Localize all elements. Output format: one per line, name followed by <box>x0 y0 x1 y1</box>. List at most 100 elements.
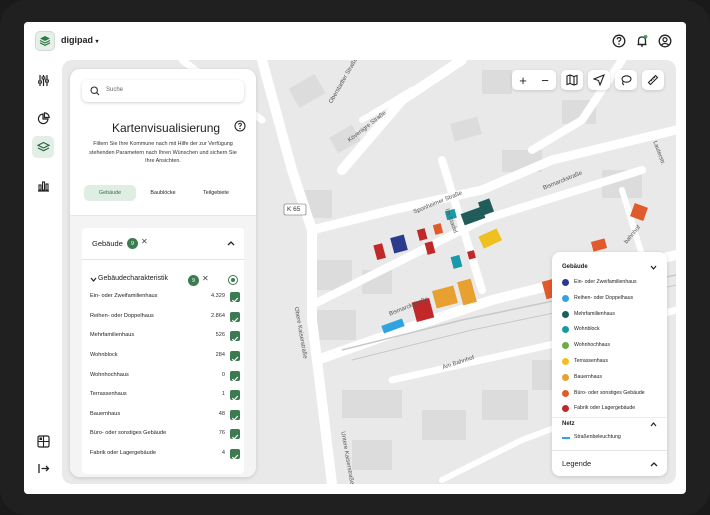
legend-item: Ein- oder Zweifamilienhaus <box>562 278 662 288</box>
row-checkbox[interactable] <box>230 331 240 342</box>
row-count: 4.329 <box>211 293 225 299</box>
logout-icon[interactable] <box>32 457 54 479</box>
row-checkbox[interactable] <box>230 371 240 382</box>
left-navigation-rail <box>24 60 62 494</box>
app-logo[interactable] <box>35 31 55 51</box>
zoom-in-icon[interactable]: + <box>512 73 534 88</box>
legend-swatch <box>562 374 569 381</box>
tab-baubloecke[interactable]: Baublöcke <box>138 185 188 201</box>
filter-row[interactable]: Fabrik oder Lagergebäude 4 <box>90 448 242 460</box>
row-checkbox[interactable] <box>230 390 240 401</box>
search-input[interactable]: Suche <box>106 87 123 93</box>
panel-title: Kartenvisualisierung <box>112 121 221 135</box>
section-title: Gebäude <box>92 239 123 248</box>
road-label-k65: K 65 <box>287 206 301 213</box>
row-checkbox[interactable] <box>230 449 240 460</box>
panel-description: Filtern Sie Ihre Kommune nach mit Hilfe … <box>89 141 237 165</box>
filter-row[interactable]: Wohnblock 284 <box>90 350 242 362</box>
tab-gebaeude[interactable]: Gebäude <box>84 185 136 201</box>
filter-row[interactable]: Mehrfamilienhaus 526 <box>90 330 242 342</box>
row-checkbox[interactable] <box>230 429 240 440</box>
legend-swatch <box>562 390 569 397</box>
notification-bell-icon[interactable] <box>634 33 649 48</box>
filter-row[interactable]: Bauernhaus 48 <box>90 409 242 421</box>
tab-teilgebiete[interactable]: Teilgebiete <box>190 185 242 201</box>
bar-chart-icon[interactable] <box>32 174 54 196</box>
chevron-up-icon[interactable] <box>227 240 235 246</box>
subgroup-radio[interactable] <box>228 275 238 285</box>
screen: digipad ▾ K 65 Oberstadter Straße Köveni… <box>24 22 686 494</box>
filter-row[interactable]: Ein- oder Zweifamilienhaus 4.329 <box>90 291 242 303</box>
filter-row[interactable]: Büro- oder sonstiges Gebäude 76 <box>90 428 242 440</box>
legend-item: Mehrfamilienhaus <box>562 310 662 320</box>
app-switcher[interactable]: digipad ▾ <box>61 35 99 45</box>
legend-swatch <box>562 405 569 412</box>
zoom-controls: + − <box>512 70 556 90</box>
row-checkbox[interactable] <box>230 351 240 362</box>
chevron-up-icon[interactable] <box>650 461 658 467</box>
layers-icon[interactable] <box>32 136 54 158</box>
chevron-down-icon[interactable] <box>650 265 657 270</box>
legend-group-network: Netz <box>562 421 575 427</box>
row-checkbox[interactable] <box>230 312 240 323</box>
legend-item: Fabrik oder Lagergebäude <box>562 404 662 414</box>
legend-footer[interactable]: Legende <box>552 450 667 476</box>
legend-label: Mehrfamilienhaus <box>574 311 615 317</box>
row-label: Wohnblock <box>90 352 118 358</box>
row-checkbox[interactable] <box>230 410 240 421</box>
legend-group-buildings: Gebäude <box>562 264 588 270</box>
tab-bar: Gebäude Baublöcke Teilgebiete <box>84 185 244 201</box>
pie-chart-icon[interactable] <box>32 107 54 129</box>
lasso-select-icon[interactable] <box>615 70 637 90</box>
tablet-frame: digipad ▾ K 65 Oberstadter Straße Köveni… <box>0 0 710 515</box>
legend-swatch <box>562 342 569 349</box>
filter-panel: Suche Kartenvisualisierung Filtern Sie I… <box>70 69 256 477</box>
row-count: 0 <box>221 372 225 378</box>
row-count: 4 <box>221 450 225 456</box>
legend-item: Reihen- oder Doppelhaus <box>562 294 662 304</box>
section-header[interactable]: Gebäude 9 ✕ <box>82 228 244 258</box>
filter-row[interactable]: Wohnhochhaus 0 <box>90 370 242 382</box>
filter-row[interactable]: Terrassenhaus 1 <box>90 389 242 401</box>
user-account-icon[interactable] <box>657 33 672 48</box>
search-box[interactable]: Suche <box>82 80 244 102</box>
search-icon <box>90 86 100 96</box>
row-label: Terrassenhaus <box>90 391 127 397</box>
legend-item: Bauernhaus <box>562 373 662 383</box>
dashboard-grid-icon[interactable] <box>32 430 54 452</box>
help-icon[interactable] <box>611 33 626 48</box>
check-icon <box>231 434 239 440</box>
legend-divider <box>552 417 667 418</box>
filter-scroll-area[interactable]: Gebäude 9 ✕ Gebäudecharakteristik 9 ✕ Ei… <box>70 216 256 477</box>
row-label: Fabrik oder Lagergebäude <box>90 450 156 456</box>
section-count-badge: 9 <box>127 238 138 249</box>
legend-label: Wohnhochhaus <box>574 342 610 348</box>
check-icon <box>231 454 239 460</box>
check-icon <box>231 297 239 303</box>
row-label: Büro- oder sonstiges Gebäude <box>90 430 167 436</box>
zoom-out-icon[interactable]: − <box>534 73 556 88</box>
ruler-measure-icon[interactable] <box>642 70 664 90</box>
clear-subgroup-icon[interactable]: ✕ <box>202 274 209 283</box>
map-legend: Gebäude Ein- oder Zweifamilienhaus Reihe… <box>552 252 667 476</box>
legend-label: Ein- oder Zweifamilienhaus <box>574 279 637 285</box>
clear-section-icon[interactable]: ✕ <box>141 237 148 246</box>
row-checkbox[interactable] <box>230 292 240 303</box>
check-icon <box>231 356 239 362</box>
legend-label: Büro- oder sonstiges Gebäude <box>574 390 645 396</box>
legend-label: Reihen- oder Doppelhaus <box>574 295 634 301</box>
legend-swatch <box>562 326 569 333</box>
filter-sliders-icon[interactable] <box>32 69 54 91</box>
legend-item: Terrassenhaus <box>562 357 662 367</box>
legend-label: Bauernhaus <box>574 374 602 380</box>
layers-logo-icon <box>39 36 51 46</box>
filter-row[interactable]: Reihen- oder Doppelhaus 2.864 <box>90 311 242 323</box>
app-name-label: digipad <box>61 35 93 45</box>
locate-arrow-icon[interactable] <box>588 70 610 90</box>
chevron-up-icon[interactable] <box>650 422 657 427</box>
panel-help-icon[interactable] <box>234 120 246 132</box>
chevron-down-icon[interactable] <box>90 277 97 282</box>
map-book-icon[interactable] <box>561 70 583 90</box>
legend-line-swatch <box>562 437 570 439</box>
legend-item-streetlight: Straßenbeleuchtung <box>562 433 662 443</box>
